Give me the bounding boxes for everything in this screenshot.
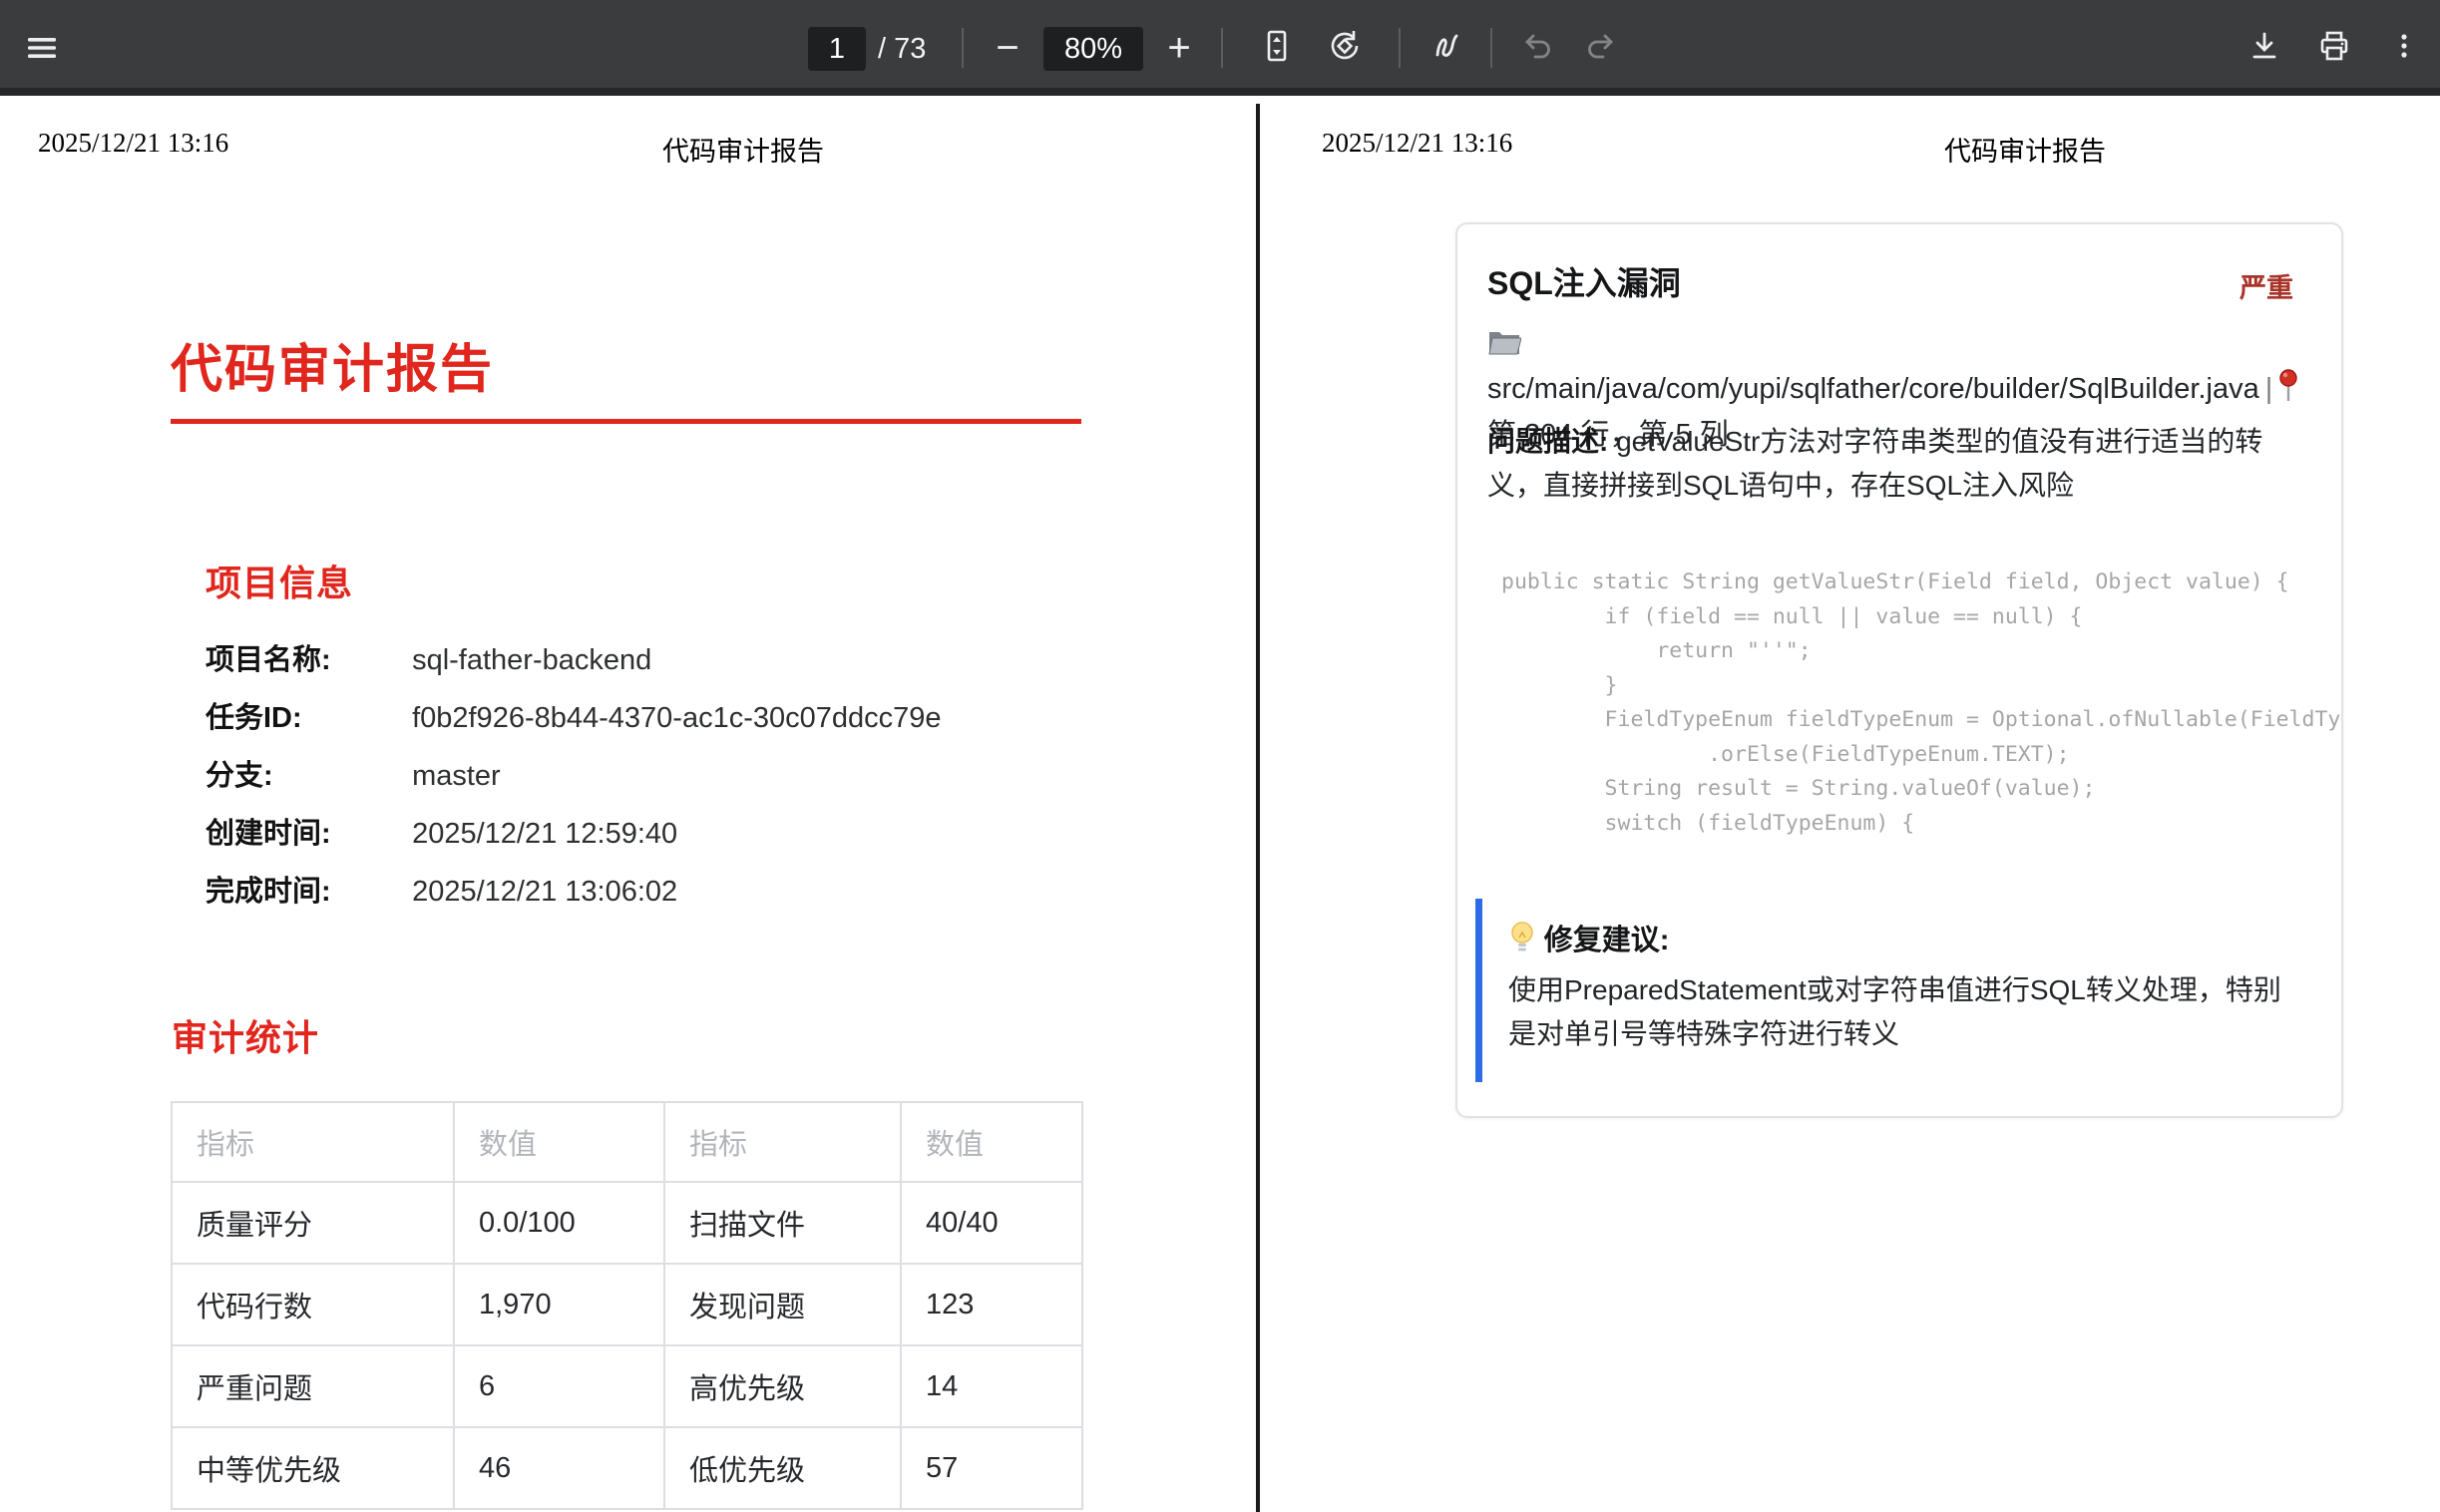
column-header: 数值 — [454, 1102, 664, 1182]
pdf-page-1: 2025/12/21 13:16 代码审计报告 代码审计报告 项目信息 项目名称… — [0, 104, 1256, 1512]
field-row: 项目名称: sql-father-backend — [205, 636, 942, 694]
table-cell: 发现问题 — [664, 1264, 901, 1345]
field-label: 项目名称: — [205, 636, 404, 678]
table-cell: 40/40 — [901, 1182, 1082, 1264]
table-cell: 低优先级 — [664, 1427, 901, 1509]
table-cell: 扫描文件 — [664, 1182, 901, 1264]
toolbar-divider — [1221, 28, 1223, 68]
description-label: 问题描述: — [1487, 426, 1608, 457]
field-value: sql-father-backend — [412, 644, 651, 676]
zoom-level-input[interactable]: 80% — [1043, 27, 1143, 71]
print-icon — [2316, 28, 2352, 69]
pdf-page-2: 2025/12/21 13:16 代码审计报告 SQL注入漏洞 严重 src/m… — [1260, 104, 2440, 1512]
field-label: 分支: — [205, 752, 404, 794]
field-value: 2025/12/21 13:06:02 — [412, 876, 677, 908]
pdf-viewer: 1 / 73 − 80% + — [0, 0, 2440, 1512]
page-number-input[interactable]: 1 — [808, 27, 866, 71]
fit-page-button[interactable] — [1255, 26, 1299, 70]
redo-icon — [1582, 28, 1618, 69]
issue-description: 问题描述: getValueStr方法对字符串类型的值没有进行适当的转义，直接拼… — [1487, 420, 2291, 508]
document-area: 2025/12/21 13:16 代码审计报告 代码审计报告 项目信息 项目名称… — [0, 104, 2440, 1512]
zoom-in-button[interactable]: + — [1157, 26, 1201, 70]
section-heading-audit-stats: 审计统计 — [172, 1009, 319, 1061]
download-icon — [2246, 28, 2282, 69]
table-row: 质量评分 0.0/100 扫描文件 40/40 — [172, 1182, 1082, 1264]
folder-icon — [1487, 327, 1521, 368]
field-label: 任务ID: — [205, 694, 404, 736]
print-button[interactable] — [2312, 26, 2356, 70]
zoom-out-button[interactable]: − — [986, 26, 1029, 70]
severity-badge: 严重 — [2239, 266, 2293, 305]
fix-suggestion-text: 使用PreparedStatement或对字符串值进行SQL转义处理，特别是对单… — [1508, 968, 2285, 1056]
field-row: 创建时间: 2025/12/21 12:59:40 — [205, 810, 942, 868]
table-cell: 严重问题 — [172, 1345, 454, 1427]
table-cell: 1,970 — [454, 1264, 664, 1345]
field-value: f0b2f926-8b44-4370-ac1c-30c07ddcc79e — [412, 702, 941, 734]
field-row: 任务ID: f0b2f926-8b44-4370-ac1c-30c07ddcc7… — [205, 694, 942, 752]
pushpin-icon — [2278, 368, 2298, 415]
redo-button[interactable] — [1578, 26, 1622, 70]
field-row: 完成时间: 2025/12/21 13:06:02 — [205, 868, 942, 926]
file-path: src/main/java/com/yupi/sqlfather/core/bu… — [1487, 373, 2259, 405]
minus-icon: − — [996, 26, 1018, 70]
title-underline — [171, 419, 1081, 424]
menu-button[interactable] — [20, 28, 64, 72]
column-header: 指标 — [664, 1102, 901, 1182]
table-cell: 中等优先级 — [172, 1427, 454, 1509]
annotate-button[interactable] — [1424, 26, 1468, 70]
table-row: 严重问题 6 高优先级 14 — [172, 1345, 1082, 1427]
audit-stats-table: 指标 数值 指标 数值 质量评分 0.0/100 扫描文件 40/40 代码行数 — [171, 1101, 1083, 1510]
undo-button[interactable] — [1516, 26, 1560, 70]
pdf-toolbar: 1 / 73 − 80% + — [0, 0, 2440, 96]
table-cell: 123 — [901, 1264, 1082, 1345]
rotate-icon — [1327, 28, 1363, 69]
table-cell: 46 — [454, 1427, 664, 1509]
more-options-icon — [2386, 28, 2422, 69]
plus-icon: + — [1167, 26, 1190, 70]
column-header: 指标 — [172, 1102, 454, 1182]
field-label: 创建时间: — [205, 810, 404, 852]
print-header-datetime: 2025/12/21 13:16 — [38, 128, 228, 159]
field-value: master — [412, 760, 501, 792]
table-cell: 6 — [454, 1345, 664, 1427]
code-snippet: public static String getValueStr(Field f… — [1501, 566, 2341, 849]
field-value: 2025/12/21 12:59:40 — [412, 818, 677, 850]
more-options-button[interactable] — [2382, 26, 2426, 70]
rotate-button[interactable] — [1323, 26, 1367, 70]
toolbar-divider — [1490, 28, 1492, 68]
project-info-fields: 项目名称: sql-father-backend 任务ID: f0b2f926-… — [205, 636, 942, 926]
table-cell: 0.0/100 — [454, 1182, 664, 1264]
toolbar-divider — [1399, 28, 1401, 68]
menu-icon — [24, 30, 60, 71]
annotate-pen-icon — [1428, 28, 1464, 69]
lightbulb-icon — [1508, 920, 1536, 968]
table-cell: 57 — [901, 1427, 1082, 1509]
table-header-row: 指标 数值 指标 数值 — [172, 1102, 1082, 1182]
field-label: 完成时间: — [205, 868, 404, 910]
fit-page-icon — [1259, 28, 1295, 69]
print-header-title: 代码审计报告 — [1944, 130, 2106, 169]
fix-suggestion-box: 修复建议: 使用PreparedStatement或对字符串值进行SQL转义处理… — [1475, 899, 2285, 1082]
issue-card: SQL注入漏洞 严重 src/main/java/com/yupi/sqlfat… — [1455, 222, 2343, 1118]
field-row: 分支: master — [205, 752, 942, 810]
table-cell: 14 — [901, 1345, 1082, 1427]
table-cell: 高优先级 — [664, 1345, 901, 1427]
table-row: 代码行数 1,970 发现问题 123 — [172, 1264, 1082, 1345]
table-row: 中等优先级 46 低优先级 57 — [172, 1427, 1082, 1509]
section-heading-project-info: 项目信息 — [205, 555, 353, 606]
column-header: 数值 — [901, 1102, 1082, 1182]
toolbar-divider — [962, 28, 964, 68]
table-cell: 质量评分 — [172, 1182, 454, 1264]
download-button[interactable] — [2242, 26, 2286, 70]
undo-icon — [1520, 28, 1556, 69]
report-title: 代码审计报告 — [171, 327, 494, 402]
fix-suggestion-label: 修复建议: — [1544, 925, 1670, 956]
page-count-label: / 73 — [878, 33, 926, 66]
table-cell: 代码行数 — [172, 1264, 454, 1345]
print-header-datetime: 2025/12/21 13:16 — [1322, 128, 1512, 159]
print-header-title: 代码审计报告 — [662, 130, 824, 169]
issue-title: SQL注入漏洞 — [1487, 258, 1681, 304]
path-separator: | — [2259, 373, 2279, 405]
